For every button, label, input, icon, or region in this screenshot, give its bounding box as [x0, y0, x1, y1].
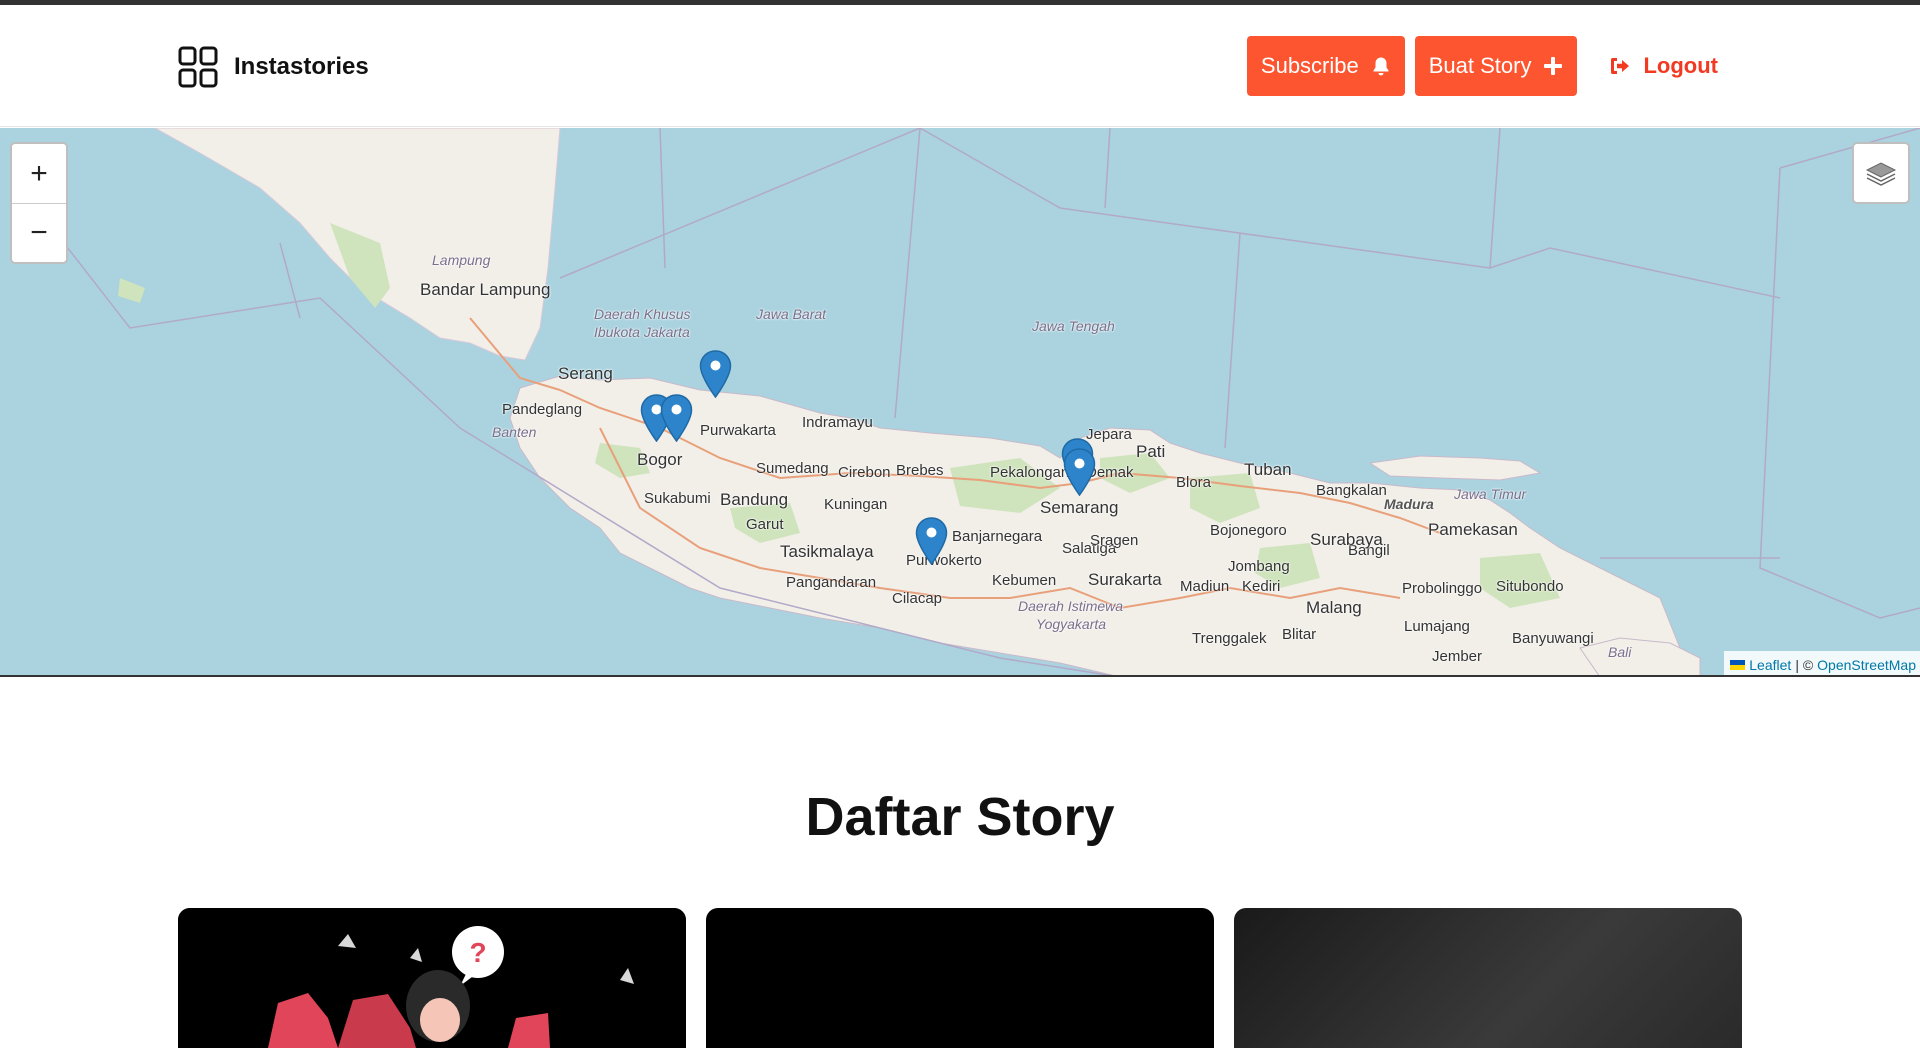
map-label: Banten [492, 424, 537, 440]
map-label: Kediri [1242, 578, 1281, 595]
map-label: Ibukota Jakarta [594, 324, 690, 340]
svg-text:?: ? [469, 937, 486, 968]
create-story-button[interactable]: Buat Story [1414, 36, 1578, 96]
subscribe-label: Subscribe [1260, 53, 1359, 78]
map-label: Jawa Tengah [1032, 318, 1115, 334]
map-label: Sukabumi [644, 490, 711, 507]
map-label: Bali [1608, 644, 1632, 660]
map-tiles [59, 128, 1920, 675]
sign-out-icon [1611, 58, 1630, 74]
map-label: Bojonegoro [1210, 522, 1287, 539]
map-label: Pamekasan [1428, 520, 1518, 539]
map-label: Surabaya [1310, 530, 1383, 549]
map-label: Brebes [896, 462, 944, 479]
openstreetmap-link[interactable]: OpenStreetMap [1817, 657, 1916, 673]
map-label: Pekalongan [990, 464, 1070, 481]
map-label: Garut [746, 516, 784, 533]
map-marker-icon[interactable] [660, 394, 693, 442]
attribution-separator: | © [1795, 656, 1814, 673]
map-label: Jombang [1228, 558, 1290, 575]
brand[interactable]: Instastories [178, 45, 369, 89]
map-label: Daerah Khusus [594, 306, 691, 322]
leaflet-link[interactable]: Leaflet [1749, 657, 1791, 673]
map-label: Sragen [1090, 532, 1139, 549]
map-label: Purwakarta [700, 422, 776, 439]
map-label: Blora [1176, 474, 1212, 491]
story-card[interactable]: ? [178, 908, 686, 1048]
logout-link[interactable]: Logout [1587, 36, 1730, 96]
map-label: Bandung [720, 490, 789, 509]
map-label: Madiun [1180, 578, 1230, 595]
map-label: Madura [1384, 496, 1434, 512]
zoom-out-button[interactable]: − [12, 203, 66, 262]
logout-label: Logout [1643, 53, 1718, 78]
map-label: Sumedang [756, 460, 829, 477]
map-label: Bandar Lampung [420, 280, 551, 299]
map-label: Jawa Timur [1454, 486, 1527, 502]
map-label: Malang [1306, 598, 1362, 617]
map-marker-icon[interactable] [1063, 448, 1096, 496]
bell-icon [1373, 57, 1389, 76]
subscribe-button[interactable]: Subscribe [1246, 36, 1405, 96]
create-story-label: Buat Story [1428, 53, 1532, 78]
navbar: Instastories Subscribe Buat Story Logout [0, 5, 1920, 127]
map-label: Serang [558, 364, 613, 383]
map-label: Daerah Istimewa [1018, 598, 1124, 614]
map-label: Tuban [1244, 460, 1292, 479]
map-label: Situbondo [1496, 578, 1564, 595]
map-label: Tasikmalaya [780, 542, 874, 561]
map-attribution: Leaflet | © OpenStreetMap [1724, 651, 1920, 675]
map-label: Yogyakarta [1036, 616, 1107, 632]
map-label: Bangkalan [1316, 482, 1387, 499]
plus-icon [1544, 57, 1563, 75]
map-label: Semarang [1040, 498, 1119, 517]
map-label: Pangandaran [786, 574, 877, 591]
map-label: Lampung [432, 252, 491, 268]
story-card[interactable] [706, 908, 1214, 1048]
map-label: Pandeglang [502, 401, 583, 418]
zoom-control: + − [10, 142, 68, 264]
map-label: Kuningan [824, 496, 888, 513]
layers-button[interactable] [1852, 142, 1910, 204]
map-label: Jawa Barat [756, 306, 827, 322]
map-label: Blitar [1282, 626, 1317, 643]
story-map[interactable]: Lampung Bandar Lampung Serang Pandeglang… [0, 128, 1920, 677]
map-label: Trenggalek [1192, 630, 1267, 647]
grid-icon [178, 46, 218, 88]
map-label: Pati [1136, 442, 1166, 461]
map-marker-icon[interactable] [699, 350, 732, 398]
map-label: Jember [1432, 648, 1483, 665]
map-label: Indramayu [802, 414, 873, 431]
map-label: Banyuwangi [1512, 630, 1594, 647]
map-label: Cilacap [892, 590, 943, 607]
page-title: Daftar Story [805, 787, 1115, 847]
map-marker-icon[interactable] [915, 517, 948, 565]
map-label: Banjarnegara [952, 528, 1043, 545]
map-label: Surakarta [1088, 570, 1162, 589]
map-label: Probolinggo [1402, 580, 1483, 597]
brand-name: Instastories [234, 53, 369, 80]
story-image: ? [178, 908, 686, 1048]
story-list: ? [178, 908, 1742, 1048]
map-label: Lumajang [1404, 618, 1470, 635]
layers-icon [1865, 162, 1897, 186]
ukraine-flag-icon [1730, 659, 1746, 670]
zoom-in-button[interactable]: + [12, 144, 66, 203]
map-label: Cirebon [838, 464, 891, 481]
nav-actions: Subscribe Buat Story Logout [1246, 36, 1730, 96]
map-label: Kebumen [992, 572, 1057, 589]
map-label: Bogor [637, 450, 683, 469]
story-card[interactable] [1234, 908, 1742, 1048]
